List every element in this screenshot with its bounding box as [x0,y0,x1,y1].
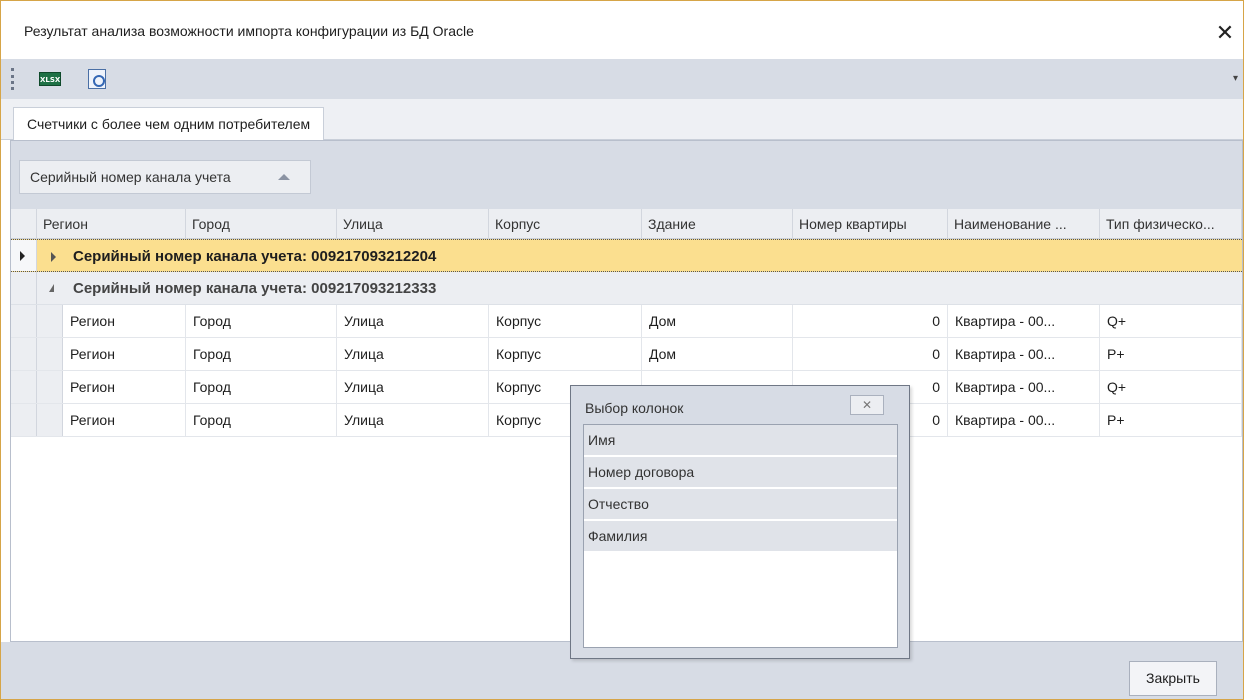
row-indicator [11,305,37,337]
tab-strip: Счетчики с более чем одним потребителем [1,99,1243,141]
group-indent [37,305,63,337]
focused-row-icon [20,251,25,261]
cell-physical-type[interactable]: P+ [1100,404,1242,437]
column-header-apartment-number[interactable]: Номер квартиры [793,209,948,239]
column-header-physical-type[interactable]: Тип физическо... [1100,209,1242,239]
cell-region[interactable]: Регион [63,338,186,371]
cell-city[interactable]: Город [186,404,337,437]
cell-street[interactable]: Улица [337,305,489,338]
toolbar: XLSX ▾ [1,59,1243,99]
toolbar-grip-icon[interactable] [11,68,14,90]
title-bar: Результат анализа возможности импорта ко… [1,1,1243,59]
cell-name[interactable]: Квартира - 00... [948,371,1100,404]
group-row-label: Серийный номер канала учета: 00921709321… [73,248,437,265]
dialog-window: Результат анализа возможности импорта ко… [0,0,1244,700]
column-chooser-item-patronymic[interactable]: Отчество [584,489,897,520]
cell-physical-type[interactable]: Q+ [1100,305,1242,338]
row-indicator [11,404,37,436]
cell-apartment-number[interactable]: 0 [793,338,948,371]
group-row-label: Серийный номер канала учета: 00921709321… [73,280,437,297]
header-indicator [11,209,37,239]
column-chooser-list[interactable]: Имя Номер договора Отчество Фамилия [583,424,898,648]
column-header-name[interactable]: Наименование ... [948,209,1100,239]
xlsx-export-icon: XLSX [39,72,61,86]
collapse-icon[interactable] [49,284,54,292]
cell-region[interactable]: Регион [63,371,186,404]
column-chooser-title: Выбор колонок [585,400,684,416]
cell-apartment-number[interactable]: 0 [793,305,948,338]
cell-city[interactable]: Город [186,338,337,371]
cell-physical-type[interactable]: P+ [1100,338,1242,371]
group-panel: Серийный номер канала учета [11,141,1242,209]
group-indent [37,338,63,370]
group-by-label: Серийный номер канала учета [30,169,231,185]
column-chooser-panel: Выбор колонок ✕ Имя Номер договора Отчес… [570,385,910,659]
table-row[interactable]: Регион Город Улица Корпус Дом 0 Квартира… [11,305,1242,338]
window-title: Результат анализа возможности импорта ко… [24,23,474,39]
cell-building[interactable]: Дом [642,305,793,338]
cell-city[interactable]: Город [186,305,337,338]
toolbar-overflow-icon[interactable]: ▾ [1233,74,1243,84]
column-chooser-close-icon[interactable]: ✕ [850,395,884,415]
cell-building[interactable]: Дом [642,338,793,371]
column-chooser-item-last-name[interactable]: Фамилия [584,521,897,552]
row-indicator [11,338,37,370]
sort-ascending-icon [278,174,290,180]
cell-name[interactable]: Квартира - 00... [948,338,1100,371]
cell-name[interactable]: Квартира - 00... [948,305,1100,338]
group-by-chip[interactable]: Серийный номер канала учета [19,160,311,194]
group-row[interactable]: Серийный номер канала учета: 00921709321… [11,272,1242,305]
group-indent [37,371,63,403]
row-indicator [11,240,37,271]
column-header-building[interactable]: Здание [642,209,793,239]
group-row[interactable]: Серийный номер канала учета: 00921709321… [11,239,1242,272]
row-indicator [11,371,37,403]
cell-street[interactable]: Улица [337,371,489,404]
expand-icon[interactable] [51,252,56,262]
cell-physical-type[interactable]: Q+ [1100,371,1242,404]
cell-block[interactable]: Корпус [489,338,642,371]
cell-street[interactable]: Улица [337,404,489,437]
column-header-block[interactable]: Корпус [489,209,642,239]
cell-region[interactable]: Регион [63,305,186,338]
print-preview-icon [88,69,106,89]
close-icon[interactable]: ✕ [1211,19,1239,47]
close-button[interactable]: Закрыть [1129,661,1217,696]
group-indent [37,404,63,436]
cell-city[interactable]: Город [186,371,337,404]
column-chooser-item-contract-number[interactable]: Номер договора [584,457,897,488]
cell-name[interactable]: Квартира - 00... [948,404,1100,437]
cell-street[interactable]: Улица [337,338,489,371]
export-xlsx-button[interactable]: XLSX [38,67,62,91]
column-header-city[interactable]: Город [186,209,337,239]
column-header-region[interactable]: Регион [37,209,186,239]
column-header-street[interactable]: Улица [337,209,489,239]
table-row[interactable]: Регион Город Улица Корпус Дом 0 Квартира… [11,338,1242,371]
row-indicator [11,272,37,304]
cell-block[interactable]: Корпус [489,305,642,338]
print-preview-button[interactable] [85,67,109,91]
grid-header: Регион Город Улица Корпус Здание Номер к… [11,209,1242,239]
cell-region[interactable]: Регион [63,404,186,437]
column-chooser-item-first-name[interactable]: Имя [584,425,897,456]
tab-meters-multiple-consumers[interactable]: Счетчики с более чем одним потребителем [13,107,325,141]
